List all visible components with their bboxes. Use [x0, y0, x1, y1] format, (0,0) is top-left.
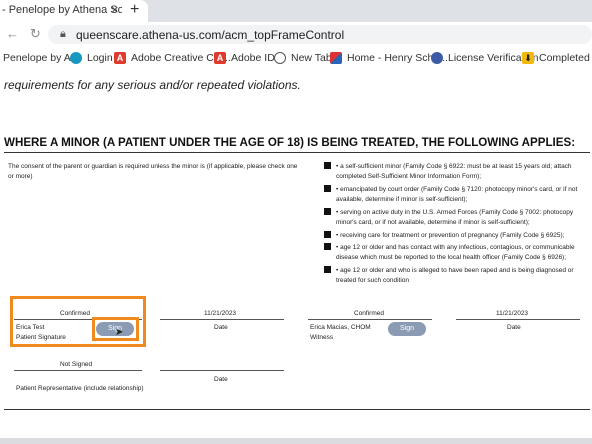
adobe-icon: A [214, 52, 226, 64]
checkbox[interactable] [324, 266, 331, 273]
lock-icon[interactable]: 🔒︎ [60, 28, 66, 41]
checkbox[interactable] [324, 243, 331, 250]
bookmark-label: Login [87, 52, 113, 64]
option-label: • receiving care for treatment or preven… [336, 232, 565, 239]
divider [4, 409, 590, 410]
patient-signature-label: Patient Signature [16, 334, 66, 341]
url-text[interactable]: queenscare.athena-us.com/acm_topFrameCon… [76, 28, 344, 42]
patient-date-value: 11/21/2023 [204, 310, 237, 317]
date-line [160, 370, 284, 371]
witness-sign-button[interactable]: Sign [388, 322, 426, 336]
bookmark-label: New Tab [291, 52, 332, 64]
date-line [456, 319, 580, 320]
option-label: • emancipated by court order (Family Cod… [336, 186, 578, 203]
checkbox[interactable] [324, 231, 331, 238]
bookmark-completed[interactable]: ⬇ Completed | Do [522, 52, 592, 64]
representative-status: Not Signed [60, 361, 93, 368]
tab-close-icon[interactable]: × [111, 2, 119, 17]
reload-icon[interactable]: ↻ [30, 26, 41, 42]
globe-icon [274, 52, 286, 64]
option-self-sufficient[interactable]: • a self-sufficient minor (Family Code §… [324, 162, 588, 182]
bookmark-adobe-id[interactable]: A Adobe ID [214, 52, 275, 64]
date-line [160, 319, 284, 320]
checkbox[interactable] [324, 208, 331, 215]
salesforce-icon [70, 52, 82, 64]
section-heading: WHERE A MINOR (A PATIENT UNDER THE AGE O… [4, 136, 576, 149]
new-tab-button[interactable]: + [130, 1, 139, 19]
bookmark-label: Adobe ID [231, 52, 275, 64]
form-content: requirements for any serious and/or repe… [0, 68, 592, 444]
bookmark-label: Completed | Do [539, 52, 592, 64]
adobe-icon: A [114, 52, 126, 64]
witness-date-value: 11/21/2023 [496, 310, 529, 317]
option-label: • serving on active duty in the U.S. Arm… [336, 209, 574, 226]
witness-label: Witness [310, 334, 334, 341]
option-infectious-disease[interactable]: • age 12 or older and has contact with a… [324, 243, 588, 263]
patient-date-label: Date [214, 324, 228, 331]
download-icon: ⬇ [522, 52, 534, 64]
representative-label: Patient Representative (include relation… [16, 385, 144, 392]
signature-line [308, 319, 432, 320]
tab-title: - Penelope by Athena Softwa [2, 4, 122, 16]
consent-text: The consent of the parent or guardian is… [8, 163, 298, 180]
patient-signature-status: Confirmed [60, 310, 90, 317]
checkbox[interactable] [324, 162, 331, 169]
witness-date-label: Date [507, 324, 521, 331]
cursor-icon: ➤ [115, 327, 124, 338]
back-icon[interactable]: ← [6, 26, 19, 41]
witness-signature-status: Confirmed [354, 310, 384, 317]
option-pregnancy[interactable]: • receiving care for treatment or preven… [324, 231, 588, 241]
bookmark-login[interactable]: Login [70, 52, 113, 64]
option-label: • age 12 or older and who is alleged to … [336, 267, 574, 284]
option-rape[interactable]: • age 12 or older and who is alleged to … [324, 266, 588, 286]
checkbox[interactable] [324, 185, 331, 192]
option-emancipated[interactable]: • emancipated by court order (Family Cod… [324, 185, 588, 205]
license-icon [431, 52, 443, 64]
option-label: • age 12 or older and has contact with a… [336, 244, 575, 261]
signature-line [14, 370, 142, 371]
henry-schein-icon [330, 52, 342, 64]
option-armed-forces[interactable]: • serving on active duty in the U.S. Arm… [324, 208, 588, 228]
representative-date-label: Date [214, 376, 228, 383]
divider [4, 152, 590, 153]
patient-name: Erica Test [16, 324, 45, 331]
bookmark-new-tab[interactable]: New Tab [274, 52, 332, 64]
witness-name: Erica Macias, CHOM [310, 324, 371, 331]
browser-tab[interactable]: - Penelope by Athena Softwa × [0, 0, 148, 22]
requirements-text: requirements for any serious and/or repe… [4, 78, 301, 92]
option-label: • a self-sufficient minor (Family Code §… [336, 163, 572, 180]
horizontal-scrollbar[interactable] [0, 438, 592, 444]
